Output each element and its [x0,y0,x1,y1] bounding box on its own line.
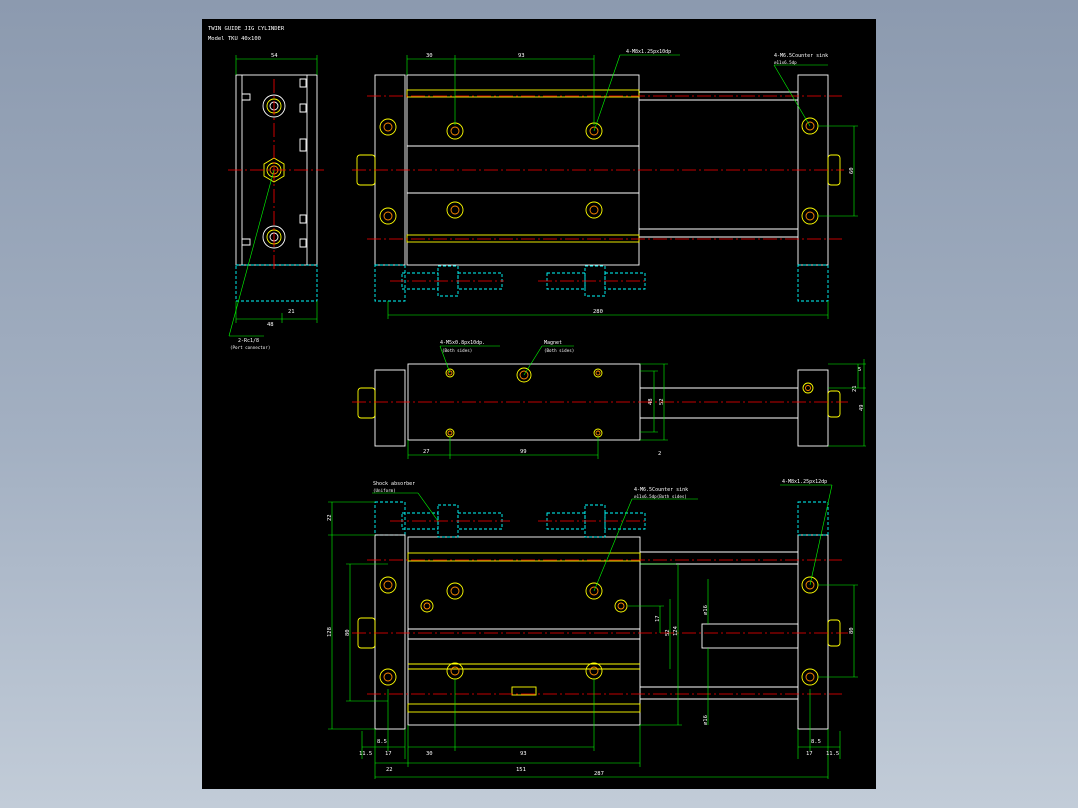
dim-17: 17 [655,615,661,622]
dim-99: 99 [520,449,527,455]
dim-2-side: 2 [658,451,661,457]
dim-8-5-left: 8.5 [377,739,387,745]
dim-22-bottom: 22 [386,767,393,773]
dim-93-front: 93 [520,751,527,757]
shock-callout: Shock absorber [373,481,415,487]
front-tap-callout: 4-M8x1.25px12dp [782,479,827,485]
dim-11-5-right: 11.5 [826,751,839,757]
shock-callout-note: (Uniform) [373,488,396,493]
screw-callout: 4-M6.5Counter sink [774,53,828,59]
dim-phi16-bottom: ⌀16 [703,715,709,725]
dim-21-side: 21 [852,385,858,392]
front-screw-callout: 4-M6.5Counter sink [634,487,688,493]
drawing-canvas: TWIN GUIDE JIG CYLINDER Model TKU 40x100… [202,19,876,789]
front-screw-callout-note: ⌀11x6.5dp(Both sides) [634,494,687,499]
magnet-callout: Magnet [544,340,562,346]
dim-80-right: 80 [849,627,855,634]
dim-128: 128 [327,627,333,637]
tap-callout: 4-M8x1.25px10dp [626,49,671,55]
dim-287: 287 [594,771,604,777]
dim-5-side: 5 [858,367,861,373]
dim-280: 280 [593,309,603,315]
drawing-title: TWIN GUIDE JIG CYLINDER [208,26,285,32]
dim-8-5-right: 8.5 [811,739,821,745]
dim-phi16-top: ⌀16 [703,605,709,615]
top-view-shock-absorbers [390,265,648,297]
screw-callout-note: ⌀11x6.5dp [774,60,797,65]
magnet-callout-note: (Both sides) [544,348,574,353]
dim-22-top: 22 [327,514,333,521]
dim-27: 27 [423,449,430,455]
front-view-shock-absorbers [390,504,648,538]
dim-30: 30 [426,53,433,59]
drawing-model: Model TKU 40x100 [208,36,261,42]
port-callout-note: (Port connector) [230,345,270,350]
dim-124: 124 [673,625,679,636]
cad-drawing: TWIN GUIDE JIG CYLINDER Model TKU 40x100… [208,26,866,779]
side-tap-callout: 4-M5x0.8px10dp. [440,340,485,346]
dim-11-5-left: 11.5 [359,751,372,757]
dim-17-right: 17 [806,751,813,757]
dim-21: 21 [288,309,295,315]
front-view: Shock absorber (Uniform) 4-M6.5Counter s… [327,479,858,779]
dim-30-front: 30 [426,751,433,757]
side-tap-callout-note: (Both sides) [442,348,472,353]
dim-48-side: 48 [648,398,654,405]
dim-48: 48 [267,322,274,328]
side-view: 4-M5x0.8px10dp. (Both sides) Magnet (Bot… [352,340,866,459]
dim-17-left: 17 [385,751,392,757]
side-view-holes [445,367,814,438]
dim-49-side: 49 [859,404,865,411]
dim-width: 54 [271,53,278,59]
dim-52-side: 52 [659,398,665,405]
top-view-holes [379,117,819,225]
dim-60: 60 [849,167,855,174]
port-callout: 2-Rc1/8 [238,338,259,344]
dim-80-left: 80 [345,629,351,636]
dim-93: 93 [518,53,525,59]
end-view: 54 48 21 2-Rc1/8 (Port connector) [228,53,324,350]
dim-151: 151 [516,767,526,773]
dim-52-front: 52 [665,629,671,636]
top-view: 30 93 4-M8x1.25px10dp 4-M6.5Counter sink… [352,49,858,319]
